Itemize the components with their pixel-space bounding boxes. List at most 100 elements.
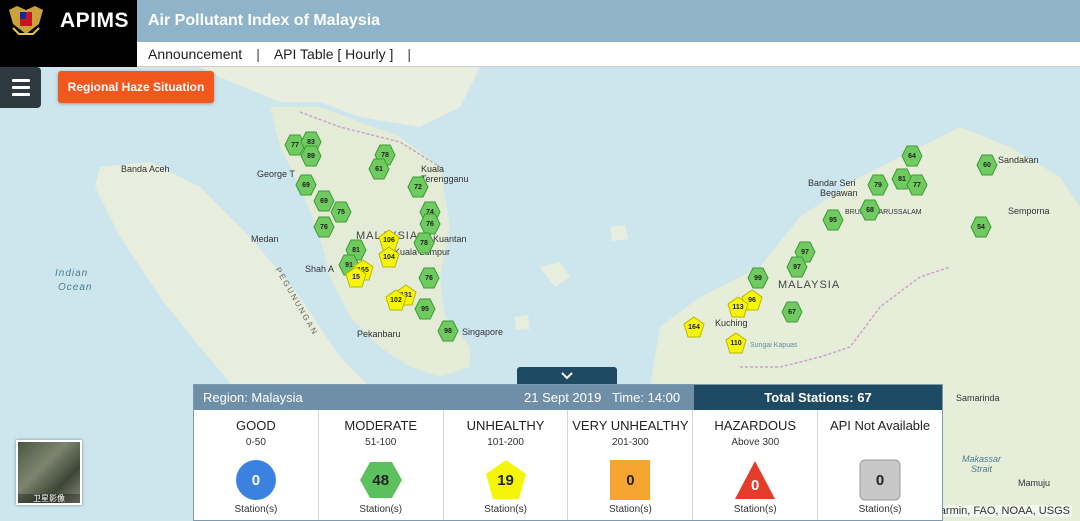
station-summary-panel: Region: Malaysia 21 Sept 2019 Time: 14:0… (193, 384, 943, 521)
category-unit: Station(s) (609, 504, 652, 515)
panel-collapse-toggle[interactable] (517, 367, 617, 384)
station-value: 97 (793, 263, 801, 271)
station-marker[interactable]: 64 (901, 145, 923, 167)
station-marker[interactable]: 79 (867, 174, 889, 196)
station-value: 113 (732, 303, 744, 311)
station-marker[interactable]: 102 (385, 289, 407, 311)
station-value: 110 (730, 339, 742, 347)
region-label: Region: Malaysia (203, 390, 303, 405)
station-marker[interactable]: 77 (906, 174, 928, 196)
category-hexagon-icon: 48 (359, 458, 403, 502)
place-label: Shah A (305, 264, 335, 274)
station-value: 68 (866, 206, 874, 214)
station-marker[interactable]: 72 (407, 176, 429, 198)
place-label: Samarinda (956, 393, 1000, 403)
category-range: 201-300 (612, 437, 649, 448)
station-value: 72 (414, 183, 422, 191)
station-marker[interactable]: 68 (859, 199, 881, 221)
station-marker[interactable]: 110 (725, 332, 747, 354)
category-hazardous[interactable]: HAZARDOUS Above 300 0 Station(s) (693, 410, 819, 520)
category-range: 51-100 (365, 437, 397, 448)
category-count: 0 (626, 471, 635, 489)
nav-announcement[interactable]: Announcement (148, 46, 242, 62)
station-marker[interactable]: 97 (786, 256, 808, 278)
station-marker[interactable]: 15 (345, 266, 367, 288)
category-pentagon-icon: 19 (484, 458, 528, 502)
station-marker[interactable]: 104 (378, 246, 400, 268)
chevron-down-icon (561, 371, 573, 379)
station-value: 164 (688, 323, 700, 331)
sea-label: Indian (55, 268, 89, 279)
station-marker[interactable]: 95 (414, 298, 436, 320)
category-square-icon: 0 (608, 458, 652, 502)
station-value: 61 (375, 165, 383, 173)
station-value: 76 (425, 274, 433, 282)
station-value: 60 (983, 161, 991, 169)
place-label: Sungai Kapuas (750, 342, 798, 349)
station-marker[interactable]: 89 (300, 145, 322, 167)
station-marker[interactable]: 76 (313, 216, 335, 238)
total-stations: Total Stations: 67 (694, 385, 942, 410)
station-value: 79 (874, 181, 882, 189)
place-label: Pekanbaru (357, 329, 401, 339)
station-marker[interactable]: 78 (413, 232, 435, 254)
station-value: 97 (801, 248, 809, 256)
malaysia-crest-icon (9, 6, 43, 35)
basemap-toggle[interactable]: 卫星影像 (16, 440, 82, 505)
category-range: 0-50 (245, 437, 266, 448)
station-marker[interactable]: 98 (437, 320, 459, 342)
place-label: Medan (251, 234, 279, 244)
station-marker[interactable]: 113 (727, 296, 749, 318)
place-label: Bandar Seri (808, 178, 856, 188)
category-unit: Station(s) (733, 504, 777, 515)
category-name: VERY UNHEALTHY (572, 418, 689, 433)
place-label: MALAYSIA (778, 279, 841, 291)
map-attribution: Garmin, FAO, NOAA, USGS (929, 505, 1072, 517)
place-label: Banda Aceh (121, 164, 170, 174)
station-value: 54 (977, 223, 985, 231)
category-api-not-available[interactable]: API Not Available 0 Station(s) (818, 410, 942, 520)
station-marker[interactable]: 95 (822, 209, 844, 231)
station-marker[interactable]: 76 (418, 267, 440, 289)
category-name: API Not Available (829, 418, 931, 433)
category-count: 0 (251, 471, 261, 489)
station-value: 104 (383, 253, 395, 261)
station-value: 64 (908, 152, 916, 160)
category-range: 101-200 (487, 437, 524, 448)
station-value: 81 (352, 246, 360, 254)
category-unit: Station(s) (858, 504, 902, 515)
category-good[interactable]: GOOD 0-50 0 Station(s) (194, 410, 319, 520)
station-marker[interactable]: 67 (781, 301, 803, 323)
place-label: Mamuju (1018, 478, 1051, 488)
station-value: 69 (320, 197, 328, 205)
category-count: 48 (372, 471, 390, 489)
category-list: GOOD 0-50 0 Station(s) MODERATE 51-100 48 Stati… (194, 410, 942, 520)
station-value: 98 (444, 327, 452, 335)
category-unit: Station(s) (234, 504, 278, 515)
category-very-unhealthy[interactable]: VERY UNHEALTHY 201-300 0 Station(s) (568, 410, 694, 520)
station-marker[interactable]: 99 (747, 267, 769, 289)
category-unit: Station(s) (484, 504, 527, 515)
place-label: Kuala (421, 164, 445, 174)
station-value: 77 (291, 141, 299, 149)
station-marker[interactable]: 164 (683, 316, 705, 338)
place-label: Strait (971, 464, 993, 474)
station-marker[interactable]: 61 (368, 158, 390, 180)
station-value: 77 (913, 181, 921, 189)
category-name: HAZARDOUS (714, 418, 797, 433)
nav-api-table[interactable]: API Table [ Hourly ] (274, 46, 394, 62)
place-label: Kuantan (433, 234, 467, 244)
station-marker[interactable]: 54 (970, 216, 992, 238)
category-moderate[interactable]: MODERATE 51-100 48 Station(s) (319, 410, 444, 520)
category-unhealthy[interactable]: UNHEALTHY 101-200 19 Station(s) (444, 410, 569, 520)
category-triangle-icon: 0 (733, 458, 777, 502)
place-label: Singapore (462, 327, 504, 337)
brand-name[interactable]: APIMS (60, 9, 129, 33)
menu-button[interactable] (0, 67, 41, 108)
station-value: 75 (337, 208, 345, 216)
regional-haze-button[interactable]: Regional Haze Situation (58, 71, 214, 103)
place-label: George T (257, 169, 295, 179)
category-name: MODERATE (344, 418, 418, 433)
top-header: APIMS Air Pollutant Index of Malaysia (0, 0, 1080, 42)
station-marker[interactable]: 60 (976, 154, 998, 176)
